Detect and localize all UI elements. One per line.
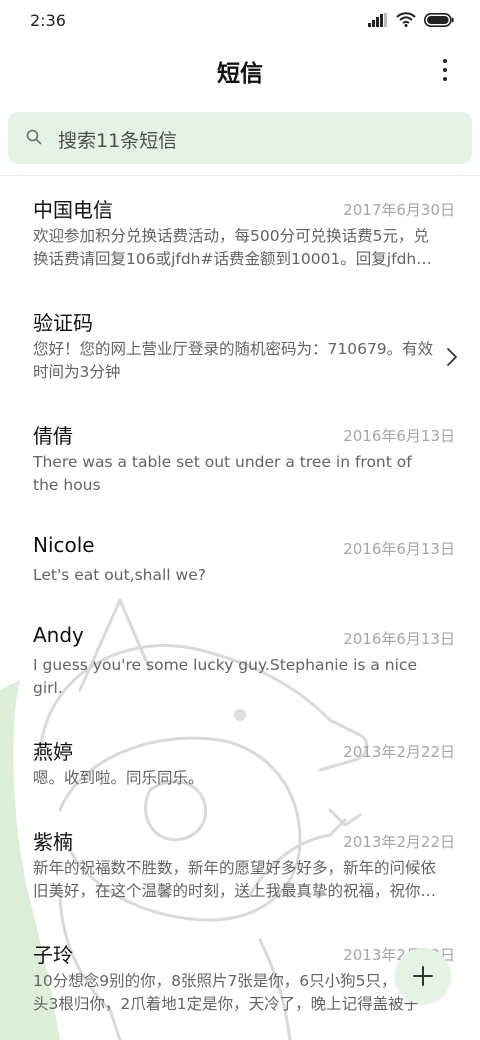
status-bar: 2:36 (0, 0, 480, 42)
sender-name: Nicole (33, 533, 95, 557)
message-preview: 10分想念9别的你，8张照片7张是你，6只小狗5只，4根骨头3根归你，2爪着地1… (33, 972, 438, 1013)
conversation-item-6[interactable]: 紫楠 2013年2月22日 新年的祝福数不胜数，新年的愿望好多好多，新年的问候依… (0, 808, 480, 921)
sender-name: 紫楠 (33, 830, 73, 854)
message-preview: 嗯。收到啦。同乐同乐。 (33, 769, 204, 787)
search-placeholder: 搜索11条短信 (58, 130, 178, 152)
more-vertical-icon[interactable] (436, 56, 454, 84)
conversation-item-2[interactable]: 倩倩 2016年6月13日 There was a table set out … (0, 402, 480, 515)
message-preview: 欢迎参加积分兑换话费活动，每500分可兑换话费5元，兑换话费请回复106或jfd… (33, 227, 430, 268)
page-title: 短信 (217, 61, 263, 87)
sender-name: 倩倩 (33, 424, 73, 448)
message-preview: Let's eat out,shall we? (33, 566, 206, 584)
status-time: 2:36 (30, 11, 66, 30)
message-date: 2017年6月30日 (343, 201, 455, 219)
message-preview: I guess you're some lucky guy.Stephanie … (33, 656, 417, 697)
plus-icon (413, 966, 433, 986)
message-date: 2013年2月22日 (343, 833, 455, 851)
message-date: 2016年6月13日 (343, 630, 455, 648)
wifi-icon (396, 12, 416, 27)
chevron-right-icon[interactable] (446, 347, 458, 367)
divider (0, 175, 480, 176)
sender-name: 中国电信 (33, 198, 113, 222)
message-date: 2016年6月13日 (343, 540, 455, 558)
battery-icon (424, 12, 454, 27)
conversation-item-3[interactable]: Nicole 2016年6月13日 Let's eat out,shall we… (0, 515, 480, 605)
conversation-item-5[interactable]: 燕婷 2013年2月22日 嗯。收到啦。同乐同乐。 (0, 718, 480, 808)
message-date: 2016年6月13日 (343, 427, 455, 445)
conversation-item-4[interactable]: Andy 2016年6月13日 I guess you're some luck… (0, 605, 480, 718)
compose-button[interactable] (395, 948, 451, 1004)
message-preview: There was a table set out under a tree i… (33, 453, 412, 494)
sender-name: 子玲 (33, 943, 73, 967)
sender-name: Andy (33, 623, 84, 647)
conversation-item-1[interactable]: 验证码 您好！您的网上营业厅登录的随机密码为：710679。有效时间为3分钟 (0, 289, 480, 402)
signal-icon (368, 12, 387, 27)
conversation-item-0[interactable]: 中国电信 2017年6月30日 欢迎参加积分兑换话费活动，每500分可兑换话费5… (0, 176, 480, 289)
sender-name: 燕婷 (33, 740, 73, 764)
message-preview: 新年的祝福数不胜数，新年的愿望好多好多，新年的问候依旧美好，在这个温馨的时刻，送… (33, 859, 437, 900)
message-date: 2013年2月22日 (343, 743, 455, 761)
title-bar: 短信 (0, 42, 480, 98)
sender-name: 验证码 (33, 311, 93, 335)
search-icon (26, 129, 42, 145)
status-icons (368, 12, 454, 27)
message-preview: 您好！您的网上营业厅登录的随机密码为：710679。有效时间为3分钟 (33, 340, 434, 381)
search-input[interactable]: 搜索11条短信 (8, 112, 472, 164)
